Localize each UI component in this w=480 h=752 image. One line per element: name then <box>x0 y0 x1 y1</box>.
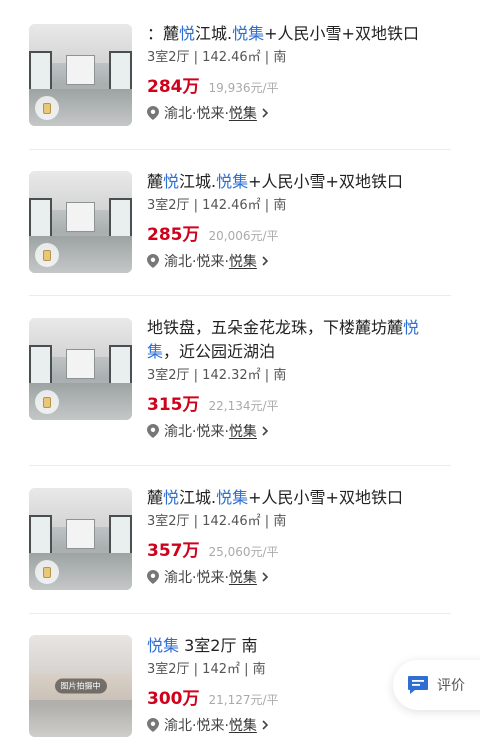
location-row: 渝北·悦来· 悦集 <box>147 251 451 271</box>
listing-title: 麓悦江城.悦集+人民小雪+双地铁口 <box>147 172 403 191</box>
location-pin-icon <box>147 106 159 120</box>
listing-photo[interactable] <box>29 318 132 420</box>
list-item[interactable]: ：麓悦江城.悦集+人民小雪+双地铁口 3室2厅 | 142.46㎡ | 南 28… <box>29 0 451 150</box>
vr-tour-icon[interactable] <box>35 560 59 584</box>
location-row: 渝北·悦来· 悦集 <box>147 103 451 123</box>
listing-meta: 3室2厅 | 142.32㎡ | 南 <box>147 368 287 383</box>
listing-meta: 3室2厅 | 142.46㎡ | 南 <box>147 50 287 65</box>
total-price: 285万 <box>147 225 200 245</box>
chevron-right-icon[interactable] <box>261 108 269 118</box>
community-link[interactable]: 悦集 <box>229 567 257 587</box>
total-price: 357万 <box>147 541 200 561</box>
listing-title: ：麓悦江城.悦集+人民小雪+双地铁口 <box>147 24 419 43</box>
list-item[interactable]: 地铁盘，五朵金花龙珠，下楼麓坊麓悦集，近公园近湖泊 3室2厅 | 142.32㎡… <box>29 296 451 466</box>
listing-title: 地铁盘，五朵金花龙珠，下楼麓坊麓悦集，近公园近湖泊 <box>147 318 420 361</box>
unit-price: 20,006元/平 <box>208 229 279 243</box>
listing-photo[interactable] <box>29 488 132 590</box>
unit-price: 25,060元/平 <box>208 545 279 559</box>
listing-meta: 3室2厅 | 142.46㎡ | 南 <box>147 514 287 529</box>
unit-price: 21,127元/平 <box>208 693 279 707</box>
listing-photo[interactable] <box>29 24 132 126</box>
community-link[interactable]: 悦集 <box>229 103 257 123</box>
chevron-right-icon[interactable] <box>261 256 269 266</box>
location-row: 渝北·悦来· 悦集 <box>147 715 451 735</box>
comment-icon <box>408 676 428 694</box>
location-pin-icon <box>147 570 159 584</box>
vr-tour-icon[interactable] <box>35 390 59 414</box>
list-item[interactable]: 麓悦江城.悦集+人民小雪+双地铁口 3室2厅 | 142.46㎡ | 南 357… <box>29 466 451 614</box>
location-pin-icon <box>147 424 159 438</box>
total-price: 315万 <box>147 395 200 415</box>
district-label: 渝北·悦来· <box>164 254 229 270</box>
total-price: 300万 <box>147 689 200 709</box>
community-link[interactable]: 悦集 <box>229 251 257 271</box>
chevron-right-icon[interactable] <box>261 572 269 582</box>
vr-tour-icon[interactable] <box>35 96 59 120</box>
district-label: 渝北·悦来· <box>164 106 229 122</box>
photo-pending-tag: 图片拍摄中 <box>54 678 107 694</box>
review-label: 评价 <box>437 678 465 694</box>
location-pin-icon <box>147 254 159 268</box>
district-label: 渝北·悦来· <box>164 718 229 734</box>
list-item[interactable]: 麓悦江城.悦集+人民小雪+双地铁口 3室2厅 | 142.46㎡ | 南 285… <box>29 150 451 296</box>
chevron-right-icon[interactable] <box>261 720 269 730</box>
review-button[interactable]: 评价 <box>393 660 480 710</box>
listing-meta: 3室2厅 | 142.46㎡ | 南 <box>147 198 287 213</box>
unit-price: 22,134元/平 <box>208 399 279 413</box>
listing-photo[interactable] <box>29 171 132 273</box>
community-link[interactable]: 悦集 <box>229 421 257 441</box>
vr-tour-icon[interactable] <box>35 243 59 267</box>
community-link[interactable]: 悦集 <box>229 715 257 735</box>
listing-title: 麓悦江城.悦集+人民小雪+双地铁口 <box>147 488 403 507</box>
district-label: 渝北·悦来· <box>164 570 229 586</box>
listing-title: 悦集 3室2厅 南 <box>147 636 258 655</box>
district-label: 渝北·悦来· <box>164 424 229 440</box>
list-item[interactable]: 图片拍摄中 悦集 3室2厅 南 3室2厅 | 142㎡ | 南 300万 21,… <box>29 614 451 752</box>
total-price: 284万 <box>147 77 200 97</box>
unit-price: 19,936元/平 <box>208 81 279 95</box>
chevron-right-icon[interactable] <box>261 426 269 436</box>
location-row: 渝北·悦来· 悦集 <box>147 421 451 441</box>
location-pin-icon <box>147 718 159 732</box>
listing-photo[interactable]: 图片拍摄中 <box>29 635 132 737</box>
location-row: 渝北·悦来· 悦集 <box>147 567 451 587</box>
